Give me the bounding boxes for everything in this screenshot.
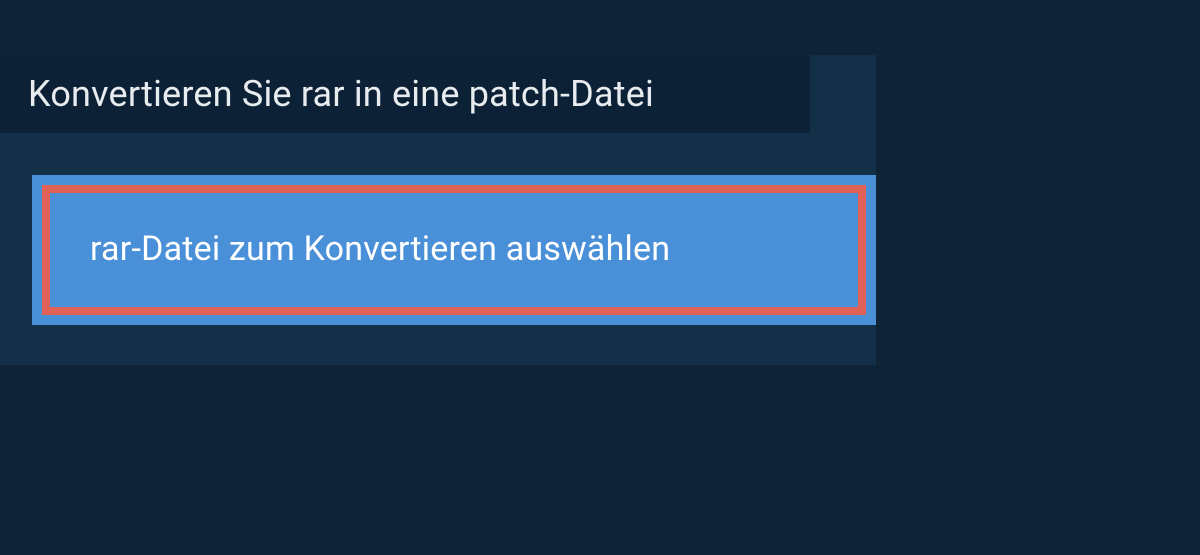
converter-panel: Konvertieren Sie rar in eine patch-Datei… — [0, 55, 876, 365]
button-label: rar-Datei zum Konvertieren auswählen — [90, 229, 670, 269]
button-highlight-border: rar-Datei zum Konvertieren auswählen — [42, 185, 866, 315]
heading-container: Konvertieren Sie rar in eine patch-Datei — [0, 55, 810, 133]
button-inner: rar-Datei zum Konvertieren auswählen — [54, 197, 854, 303]
page-title: Konvertieren Sie rar in eine patch-Datei — [28, 73, 782, 115]
select-file-button[interactable]: rar-Datei zum Konvertieren auswählen — [32, 175, 876, 325]
